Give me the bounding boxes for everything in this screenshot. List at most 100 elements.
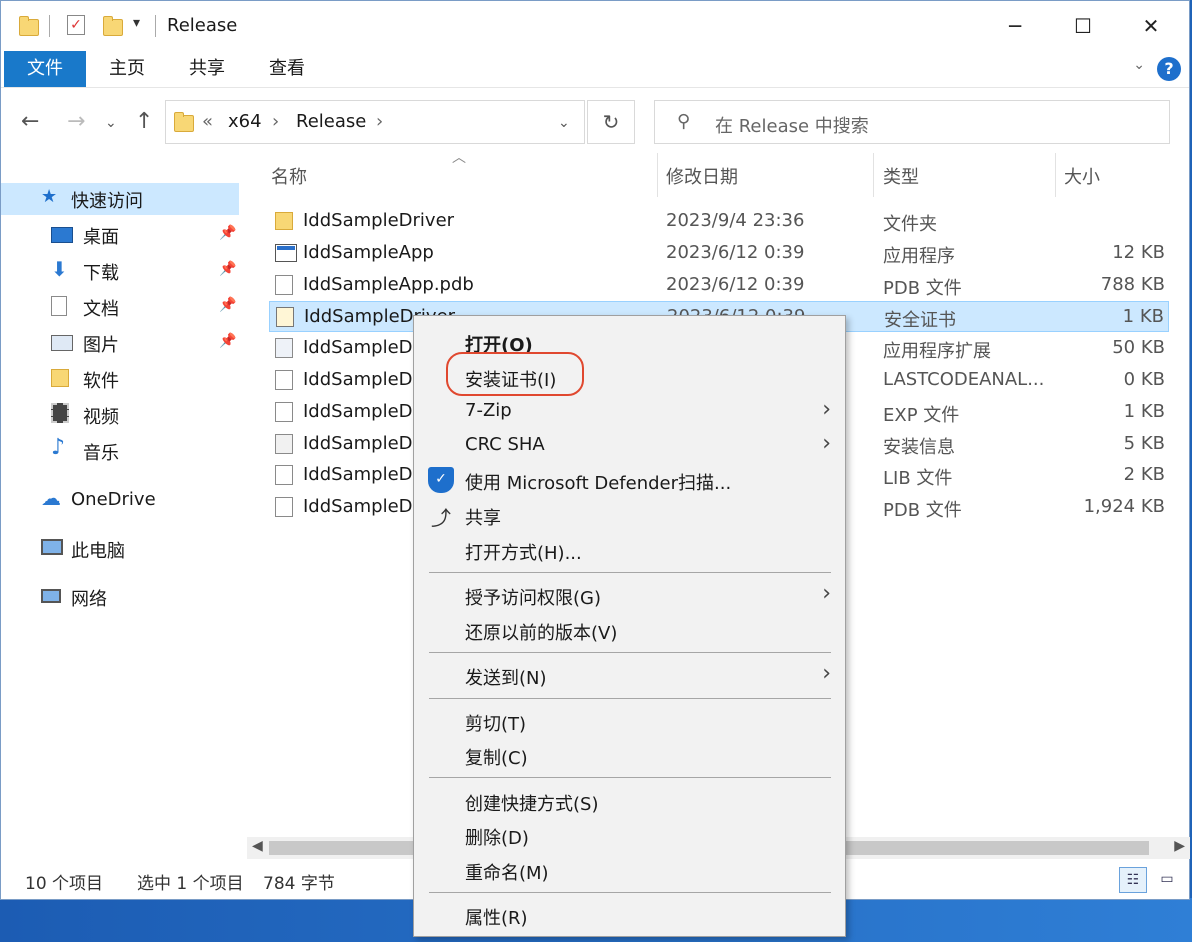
nav-item-documents[interactable]: 文档 📌 — [1, 291, 239, 323]
share-icon: ⤴ — [431, 506, 451, 530]
up-arrow-icon[interactable]: ↑ — [135, 109, 153, 134]
properties-icon[interactable]: ✓ — [67, 15, 85, 35]
tab-view[interactable]: 查看 — [251, 51, 323, 87]
nav-network[interactable]: 网络 — [1, 581, 239, 613]
column-divider[interactable] — [657, 153, 658, 197]
tab-share[interactable]: 共享 — [171, 51, 243, 87]
forward-arrow-icon[interactable]: → — [67, 109, 85, 134]
submenu-chevron-icon: › — [822, 397, 831, 422]
recent-locations-icon[interactable]: ⌄ — [105, 115, 117, 131]
column-header-name[interactable]: 名称 — [271, 163, 307, 189]
submenu-chevron-icon: › — [822, 431, 831, 456]
address-dropdown-icon[interactable]: ⌄ — [558, 115, 570, 131]
help-icon[interactable]: ? — [1157, 57, 1181, 81]
menu-item-defender-scan[interactable]: ✓ 使用 Microsoft Defender扫描... — [414, 463, 845, 497]
menu-item-rename[interactable]: 重命名(M) — [414, 853, 845, 887]
folder-icon — [51, 369, 69, 387]
column-divider[interactable] — [873, 153, 874, 197]
new-folder-icon[interactable] — [103, 16, 123, 36]
pictures-icon — [51, 335, 73, 351]
scroll-right-icon[interactable]: ▶ — [1174, 838, 1185, 854]
submenu-chevron-icon: › — [822, 581, 831, 606]
status-item-count: 10 个项目 — [25, 874, 104, 894]
close-button[interactable]: ✕ — [1131, 11, 1171, 41]
column-header-size[interactable]: 大小 — [1064, 163, 1100, 189]
pin-icon[interactable]: 📌 — [219, 261, 236, 277]
tab-home[interactable]: 主页 — [91, 51, 163, 87]
details-view-icon[interactable]: ☷ — [1119, 867, 1147, 893]
scroll-left-icon[interactable]: ◀ — [252, 838, 263, 854]
pin-icon[interactable]: 📌 — [219, 225, 236, 241]
column-divider[interactable] — [1055, 153, 1056, 197]
nav-quick-access[interactable]: ★ 快速访问 — [1, 183, 239, 215]
submenu-chevron-icon: › — [822, 661, 831, 686]
menu-item-give-access[interactable]: 授予访问权限(G) › — [414, 578, 845, 612]
navigation-pane: ★ 快速访问 桌面 📌 ⬇ 下载 📌 文档 📌 图片 📌 软件 视频 ♪ 音乐 … — [1, 151, 247, 831]
large-icons-view-icon[interactable]: ▭ — [1153, 867, 1181, 893]
file-icon — [275, 370, 293, 390]
column-header-date[interactable]: 修改日期 — [666, 163, 738, 189]
tab-file[interactable]: 文件 — [4, 51, 86, 87]
folder-icon — [174, 112, 194, 132]
file-row[interactable]: IddSampleApp 2023/6/12 0:39 应用程序 12 KB — [269, 238, 1169, 269]
search-input[interactable]: 在 Release 中搜索 — [715, 112, 869, 138]
menu-item-create-shortcut[interactable]: 创建快捷方式(S) — [414, 784, 845, 818]
network-icon — [41, 589, 61, 603]
nav-item-software[interactable]: 软件 — [1, 363, 239, 395]
customize-toolbar-icon[interactable]: ▾ — [133, 15, 140, 31]
certificate-icon — [276, 307, 294, 327]
nav-this-pc[interactable]: 此电脑 — [1, 533, 239, 565]
documents-icon — [51, 296, 67, 316]
back-arrow-icon[interactable]: ← — [21, 109, 39, 134]
cloud-icon: ☁ — [41, 486, 61, 510]
nav-item-downloads[interactable]: ⬇ 下载 📌 — [1, 255, 239, 287]
desktop-icon — [51, 227, 73, 243]
pin-icon[interactable]: 📌 — [219, 297, 236, 313]
nav-item-desktop[interactable]: 桌面 📌 — [1, 219, 239, 251]
menu-item-crc-sha[interactable]: CRC SHA › — [414, 428, 845, 462]
breadcrumb-x64[interactable]: x64 — [228, 111, 262, 132]
menu-item-open-with[interactable]: 打开方式(H)... — [414, 533, 845, 567]
menu-separator — [429, 572, 831, 573]
star-icon: ★ — [41, 186, 58, 207]
nav-item-pictures[interactable]: 图片 📌 — [1, 327, 239, 359]
context-menu: 打开(O) 安装证书(I) 7-Zip › CRC SHA › ✓ 使用 Mic… — [413, 315, 846, 937]
menu-item-copy[interactable]: 复制(C) — [414, 738, 845, 772]
highlight-circle — [446, 352, 584, 396]
nav-onedrive[interactable]: ☁ OneDrive — [1, 485, 239, 517]
menu-item-send-to[interactable]: 发送到(N) › — [414, 658, 845, 692]
toolbar-divider — [155, 15, 156, 37]
menu-separator — [429, 892, 831, 893]
menu-item-7zip[interactable]: 7-Zip › — [414, 394, 845, 428]
file-icon — [275, 465, 293, 485]
pin-icon[interactable]: 📌 — [219, 333, 236, 349]
expand-ribbon-icon[interactable]: ⌄ — [1133, 57, 1145, 73]
address-bar[interactable]: « x64 › Release › ⌄ — [165, 100, 585, 144]
download-icon: ⬇ — [51, 257, 68, 281]
title-bar: ✓ ▾ Release ─ ☐ ✕ — [1, 1, 1189, 49]
dll-icon — [275, 338, 293, 358]
breadcrumb-separator[interactable]: › — [376, 111, 383, 132]
menu-item-share[interactable]: ⤴ 共享 — [414, 498, 845, 532]
search-box[interactable]: ⚲ 在 Release 中搜索 — [654, 100, 1170, 144]
nav-item-videos[interactable]: 视频 — [1, 399, 239, 431]
minimize-button[interactable]: ─ — [995, 11, 1035, 41]
breadcrumb-separator[interactable]: › — [272, 111, 279, 132]
menu-separator — [429, 652, 831, 653]
menu-item-delete[interactable]: 删除(D) — [414, 818, 845, 852]
video-icon — [51, 403, 69, 423]
file-row[interactable]: IddSampleApp.pdb 2023/6/12 0:39 PDB 文件 7… — [269, 270, 1169, 301]
menu-item-cut[interactable]: 剪切(T) — [414, 704, 845, 738]
breadcrumb-release[interactable]: Release — [296, 111, 366, 132]
maximize-button[interactable]: ☐ — [1063, 11, 1103, 41]
file-row[interactable]: IddSampleDriver 2023/9/4 23:36 文件夹 — [269, 206, 1169, 237]
sort-ascending-icon: ︿ — [452, 150, 466, 166]
menu-item-restore-previous-versions[interactable]: 还原以前的版本(V) — [414, 613, 845, 647]
menu-item-properties[interactable]: 属性(R) — [414, 898, 845, 932]
menu-separator — [429, 698, 831, 699]
breadcrumb-overflow[interactable]: « — [202, 111, 213, 132]
application-icon — [275, 244, 297, 262]
column-header-type[interactable]: 类型 — [883, 163, 919, 189]
refresh-button[interactable]: ↻ — [587, 100, 635, 144]
nav-item-music[interactable]: ♪ 音乐 — [1, 435, 239, 467]
